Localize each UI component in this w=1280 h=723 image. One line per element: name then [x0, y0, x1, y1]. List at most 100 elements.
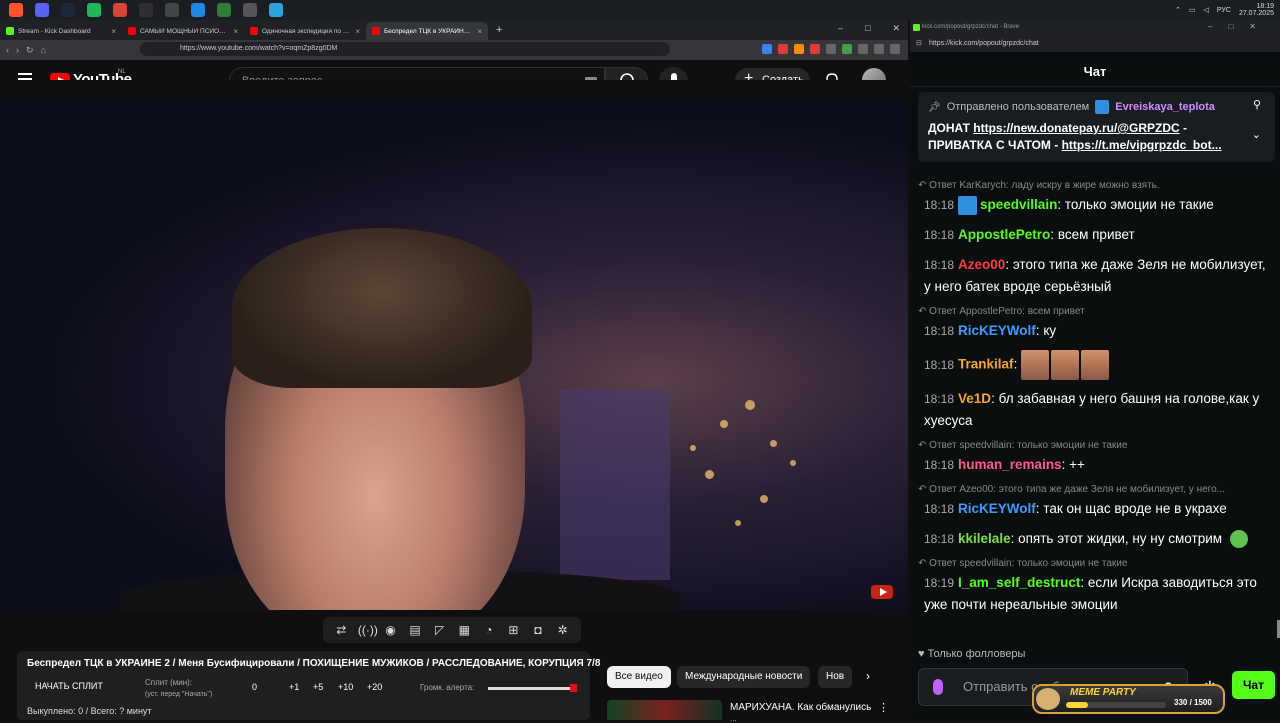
- message-username[interactable]: RicKEYWolf: [958, 501, 1036, 516]
- pinned-line2-text: ПРИВАТКА С ЧАТОМ -: [928, 138, 1062, 152]
- downloads-icon[interactable]: [874, 44, 884, 54]
- extension-icon[interactable]: [858, 44, 868, 54]
- recommended-thumbnail[interactable]: [607, 700, 722, 720]
- forward-icon[interactable]: ›: [16, 45, 19, 55]
- recommended-title[interactable]: МАРИХУАНА. Как обманулись: [730, 702, 871, 713]
- xbox-icon[interactable]: [165, 3, 179, 17]
- emote-icon[interactable]: [1081, 350, 1110, 380]
- url-field[interactable]: https://www.youtube.com/watch?v=oqmZp8zg…: [140, 42, 670, 56]
- filmstrip-icon[interactable]: ▦: [456, 623, 472, 637]
- doge-icon: [1036, 688, 1060, 710]
- message-username[interactable]: kkilelale: [958, 531, 1011, 546]
- microphone-icon[interactable]: [933, 679, 943, 695]
- brave-icon[interactable]: [9, 3, 23, 17]
- eye-icon[interactable]: ◉: [382, 623, 398, 637]
- close-icon[interactable]: ✕: [892, 23, 900, 34]
- tray-chevron-icon[interactable]: ⌃: [1175, 6, 1181, 14]
- unpin-icon[interactable]: ⚲: [1253, 98, 1261, 111]
- tab-close-icon[interactable]: ×: [111, 27, 116, 36]
- player-icon[interactable]: [191, 3, 205, 17]
- minimize-icon[interactable]: –: [838, 23, 843, 34]
- browser-tab[interactable]: Одиночная экспедиция по Примор...×: [244, 22, 366, 40]
- maximize-icon[interactable]: □: [865, 23, 870, 34]
- emote-icon[interactable]: [1051, 350, 1080, 380]
- user-badge-icon: [958, 195, 978, 215]
- channel-watermark[interactable]: [868, 575, 896, 605]
- browser-tab[interactable]: Беспредел ТЦК в УКРАИНЕ 2... ×: [366, 22, 488, 40]
- reply-icon: ↶: [918, 440, 930, 451]
- clock[interactable]: 18:19 27.07.2025: [1239, 3, 1274, 17]
- expand-chevron-icon[interactable]: ⌄: [1252, 128, 1261, 141]
- split-plus20-button[interactable]: +20: [367, 682, 382, 692]
- emote-icon[interactable]: [1021, 350, 1050, 380]
- message-username[interactable]: Azeo00: [958, 257, 1005, 272]
- message-username[interactable]: human_remains: [958, 457, 1062, 472]
- aspect-ratio-icon[interactable]: ◸: [432, 623, 448, 637]
- loop-icon[interactable]: ⇄: [333, 623, 349, 637]
- browser-tab[interactable]: САМЫЙ МОЩНЫЙ ПСИОП НА РУ... ×: [122, 22, 244, 40]
- reload-icon[interactable]: ↻: [26, 45, 34, 56]
- speedometer-icon[interactable]: ◔: [481, 623, 497, 637]
- chip-news[interactable]: Нов: [818, 666, 852, 688]
- back-icon[interactable]: ‹: [6, 45, 9, 55]
- split-plus1-button[interactable]: +1: [289, 682, 299, 692]
- steam-icon[interactable]: [61, 3, 75, 17]
- spotify-icon[interactable]: [87, 3, 101, 17]
- chat-url[interactable]: https://kick.com/popout/grpzdc/chat: [929, 40, 1039, 47]
- discord-icon[interactable]: [35, 3, 49, 17]
- chat-window-controls[interactable]: –□✕: [1208, 22, 1272, 31]
- extension-icon[interactable]: [778, 44, 788, 54]
- home-icon[interactable]: ⌂: [41, 45, 46, 55]
- menu-icon[interactable]: [890, 44, 900, 54]
- app-tray-icon[interactable]: [243, 3, 257, 17]
- language-indicator[interactable]: РУС: [1217, 7, 1231, 14]
- message-username[interactable]: Ve1D: [958, 391, 991, 406]
- split-plus10-button[interactable]: +10: [338, 682, 353, 692]
- message-username[interactable]: I_am_self_destruct: [958, 575, 1080, 590]
- extension-icon[interactable]: [762, 44, 772, 54]
- network-icon[interactable]: ▭: [1189, 6, 1196, 14]
- obs-icon[interactable]: [139, 3, 153, 17]
- extension-icon[interactable]: [810, 44, 820, 54]
- telegram-link[interactable]: https://t.me/vipgrpzdc_bot...: [1062, 138, 1222, 152]
- extension-icon[interactable]: [826, 44, 836, 54]
- audio-wave-icon[interactable]: ((·)): [358, 623, 378, 637]
- site-info-icon[interactable]: ⊟: [916, 39, 922, 47]
- emote-icon[interactable]: [1230, 530, 1249, 549]
- chip-all-videos[interactable]: Все видео: [607, 666, 671, 688]
- chips-next-chevron-icon[interactable]: ›: [866, 669, 870, 683]
- telegram-icon[interactable]: [269, 3, 283, 17]
- add-box-icon[interactable]: ⊞: [505, 623, 521, 637]
- send-chat-button[interactable]: Чат: [1232, 671, 1275, 699]
- chip-international-news[interactable]: Международные новости: [677, 666, 811, 688]
- video-player[interactable]: [0, 100, 908, 610]
- extension-icon[interactable]: [794, 44, 804, 54]
- tab-close-icon[interactable]: ×: [355, 27, 360, 36]
- start-split-button[interactable]: НАЧАТЬ СПЛИТ: [35, 681, 103, 691]
- volume-icon[interactable]: ◁: [1204, 6, 1209, 14]
- message-username[interactable]: speedvillain: [980, 197, 1057, 212]
- app-green-icon[interactable]: [217, 3, 231, 17]
- camera-icon[interactable]: ◘: [530, 623, 546, 637]
- message-username[interactable]: RicKEYWolf: [958, 323, 1036, 338]
- volume-slider-handle[interactable]: [570, 684, 577, 692]
- meme-party-progress: 330 / 1500: [1174, 698, 1212, 707]
- message-colon: :: [1010, 531, 1019, 546]
- pinned-message: 📌︎ Отправлено пользователем Evreiskaya_t…: [918, 92, 1275, 162]
- donate-link[interactable]: https://new.donatepay.ru/@GRPZDC: [973, 121, 1179, 135]
- browser-tab[interactable]: Stream - Kick Dashboard ×: [0, 22, 122, 40]
- pinned-user[interactable]: Evreiskaya_teplota: [1115, 101, 1215, 113]
- split-plus5-button[interactable]: +5: [313, 682, 323, 692]
- tab-close-icon[interactable]: ×: [477, 27, 482, 36]
- new-tab-button[interactable]: +: [496, 24, 502, 36]
- tab-close-icon[interactable]: ×: [233, 27, 238, 36]
- extension-icon[interactable]: [842, 44, 852, 54]
- gear-icon[interactable]: ✲: [555, 623, 571, 637]
- alert-volume-slider[interactable]: [488, 687, 572, 690]
- chrome-icon[interactable]: [113, 3, 127, 17]
- message-username[interactable]: Trankilaf: [958, 357, 1014, 372]
- clapper-icon[interactable]: ▤: [407, 623, 423, 637]
- message-username[interactable]: AppostlePetro: [958, 227, 1050, 242]
- more-options-icon[interactable]: ⋮: [878, 701, 889, 714]
- bokeh-light: [770, 440, 777, 447]
